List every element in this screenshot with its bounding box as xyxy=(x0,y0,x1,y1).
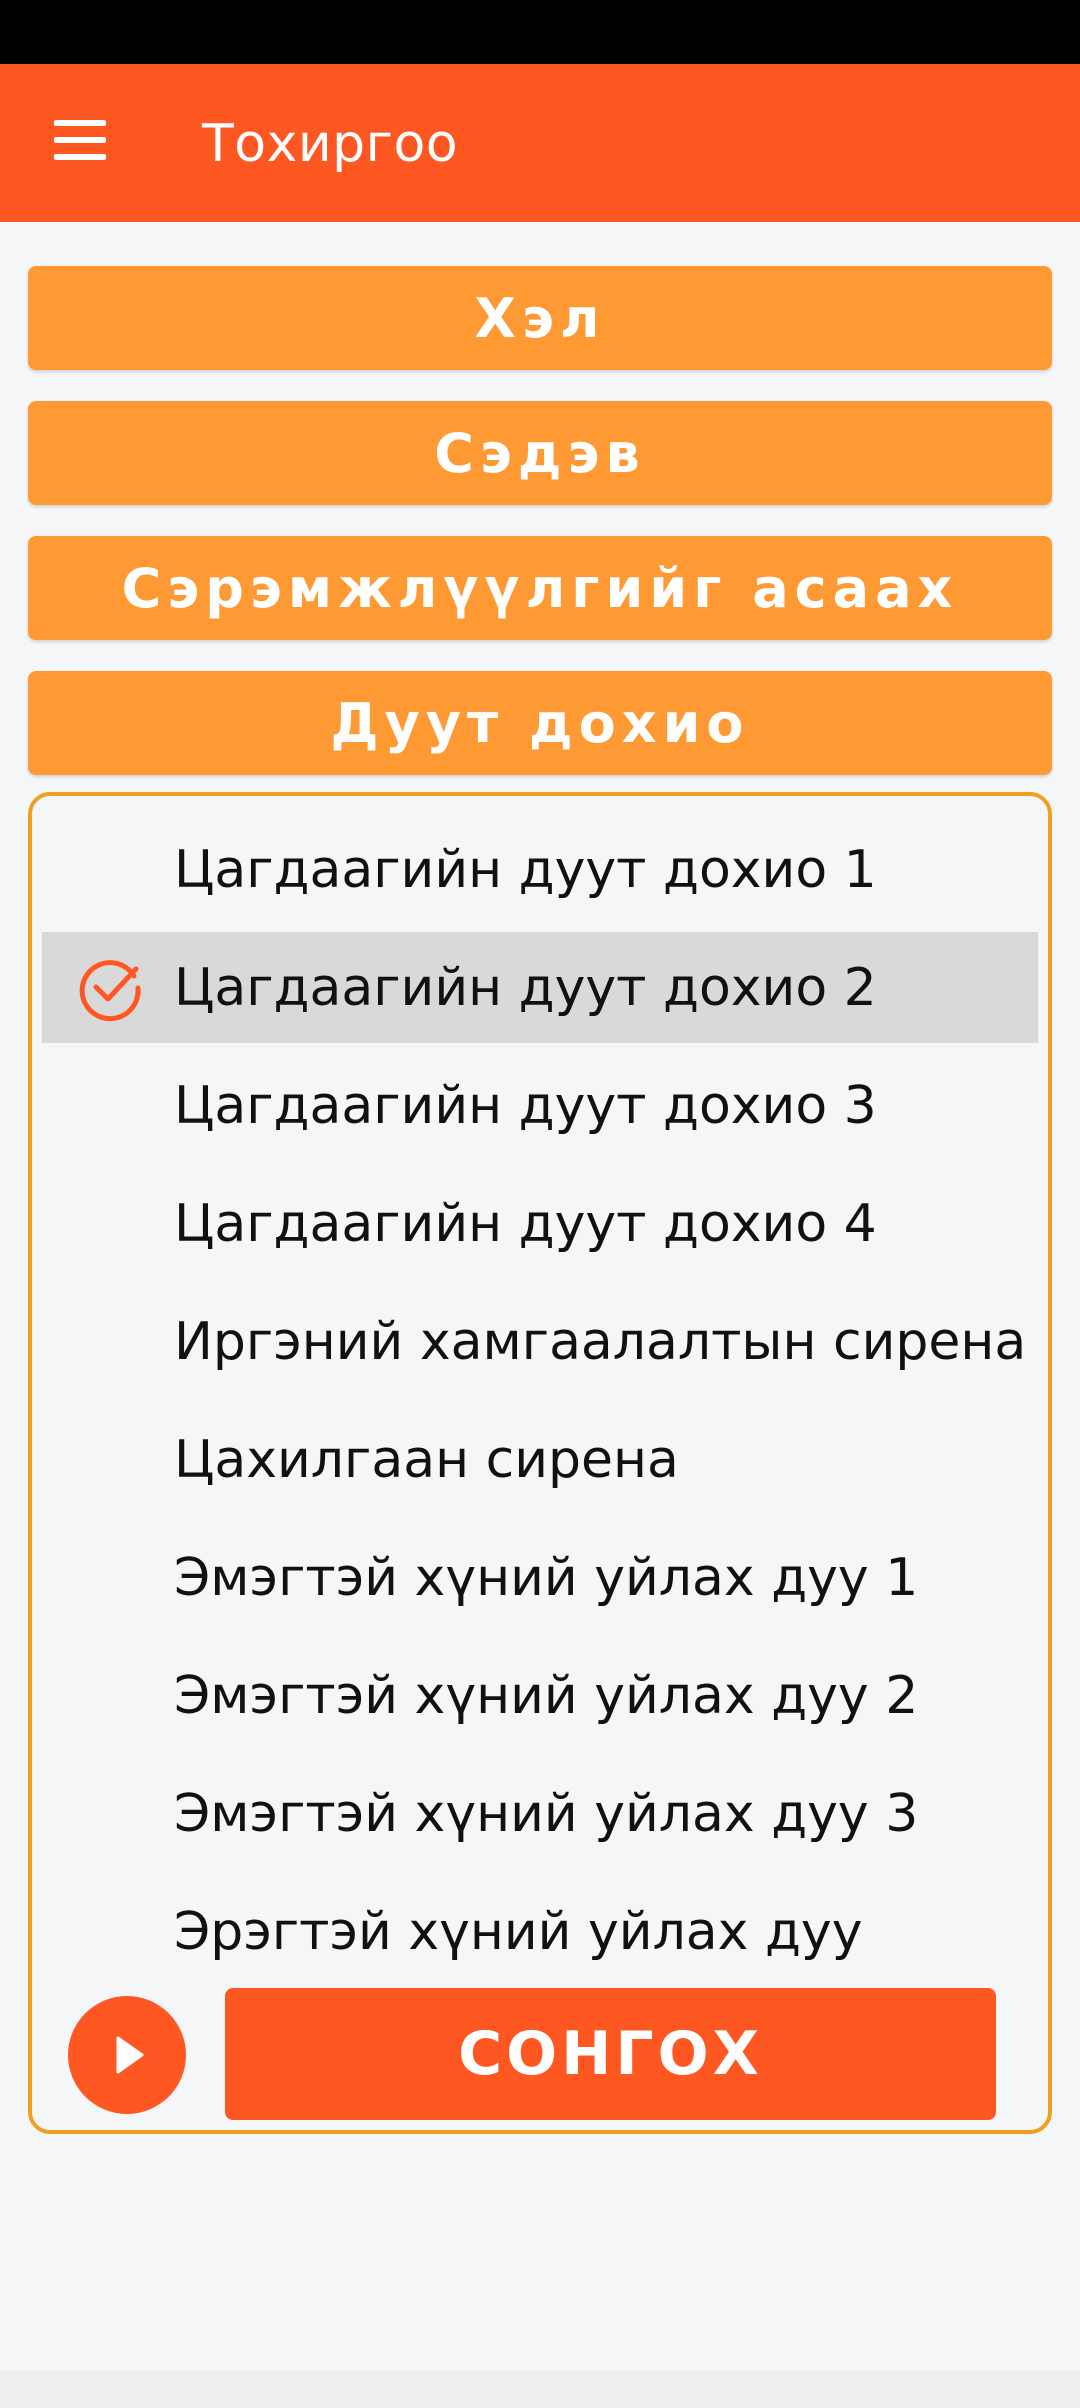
sound-item[interactable]: Эрэгтэй хүний уйлах дуу xyxy=(42,1876,1038,1987)
language-button[interactable]: Хэл xyxy=(28,266,1052,370)
settings-list: Хэл Сэдэв Сэрэмжлүүлгийг асаах Дуут дохи… xyxy=(28,266,1052,806)
sound-item-label: Цагдаагийн дуут дохио 1 xyxy=(174,839,877,900)
sound-item-label: Эмэгтэй хүний уйлах дуу 1 xyxy=(174,1547,919,1608)
sound-item-label: Иргэний хамгаалалтын сирена xyxy=(174,1311,1027,1372)
play-button[interactable] xyxy=(68,1996,186,2114)
status-bar xyxy=(0,0,1080,64)
alarm-sound-button[interactable]: Дуут дохио xyxy=(28,671,1052,775)
navigation-bar xyxy=(0,2370,1080,2408)
menu-line xyxy=(54,137,106,143)
play-icon xyxy=(116,2036,144,2074)
sound-item-label: Эмэгтэй хүний уйлах дуу 2 xyxy=(174,1665,919,1726)
select-button[interactable]: СОНГОХ xyxy=(225,1988,996,2120)
sound-item-label: Цагдаагийн дуут дохио 4 xyxy=(174,1193,877,1254)
sound-item-label: Эмэгтэй хүний уйлах дуу 3 xyxy=(174,1783,919,1844)
sound-item[interactable]: Цагдаагийн дуут дохио 4 xyxy=(42,1168,1038,1279)
sound-item-label: Цагдаагийн дуут дохио 2 xyxy=(174,957,877,1018)
menu-line xyxy=(54,154,106,160)
check-circle-icon xyxy=(79,960,141,1022)
page-title: Тохиргоо xyxy=(202,114,459,174)
app-bar: Тохиргоо xyxy=(0,64,1080,222)
sound-item[interactable]: Эмэгтэй хүний уйлах дуу 1 xyxy=(42,1522,1038,1633)
sound-item-label: Эрэгтэй хүний уйлах дуу xyxy=(174,1901,863,1962)
sound-picker-panel: Цагдаагийн дуут дохио 1 Цагдаагийн дуут … xyxy=(28,792,1052,2134)
menu-line xyxy=(54,120,106,126)
sound-item-label: Цагдаагийн дуут дохио 3 xyxy=(174,1075,877,1136)
sound-item[interactable]: Цагдаагийн дуут дохио 3 xyxy=(42,1050,1038,1161)
sound-item[interactable]: Цагдаагийн дуут дохио 1 xyxy=(42,814,1038,925)
hamburger-menu-icon[interactable] xyxy=(40,100,120,180)
sound-item-label: Цахилгаан сирена xyxy=(174,1429,679,1490)
sound-item[interactable]: Эмэгтэй хүний уйлах дуу 3 xyxy=(42,1758,1038,1869)
sound-item[interactable]: Эмэгтэй хүний уйлах дуу 2 xyxy=(42,1640,1038,1751)
sound-item[interactable]: Иргэний хамгаалалтын сирена xyxy=(42,1286,1038,1397)
theme-button[interactable]: Сэдэв xyxy=(28,401,1052,505)
sound-item[interactable]: Цахилгаан сирена xyxy=(42,1404,1038,1515)
sound-list: Цагдаагийн дуут дохио 1 Цагдаагийн дуут … xyxy=(42,814,1038,1994)
enable-alerts-button[interactable]: Сэрэмжлүүлгийг асаах xyxy=(28,536,1052,640)
sound-item-selected[interactable]: Цагдаагийн дуут дохио 2 xyxy=(42,932,1038,1043)
